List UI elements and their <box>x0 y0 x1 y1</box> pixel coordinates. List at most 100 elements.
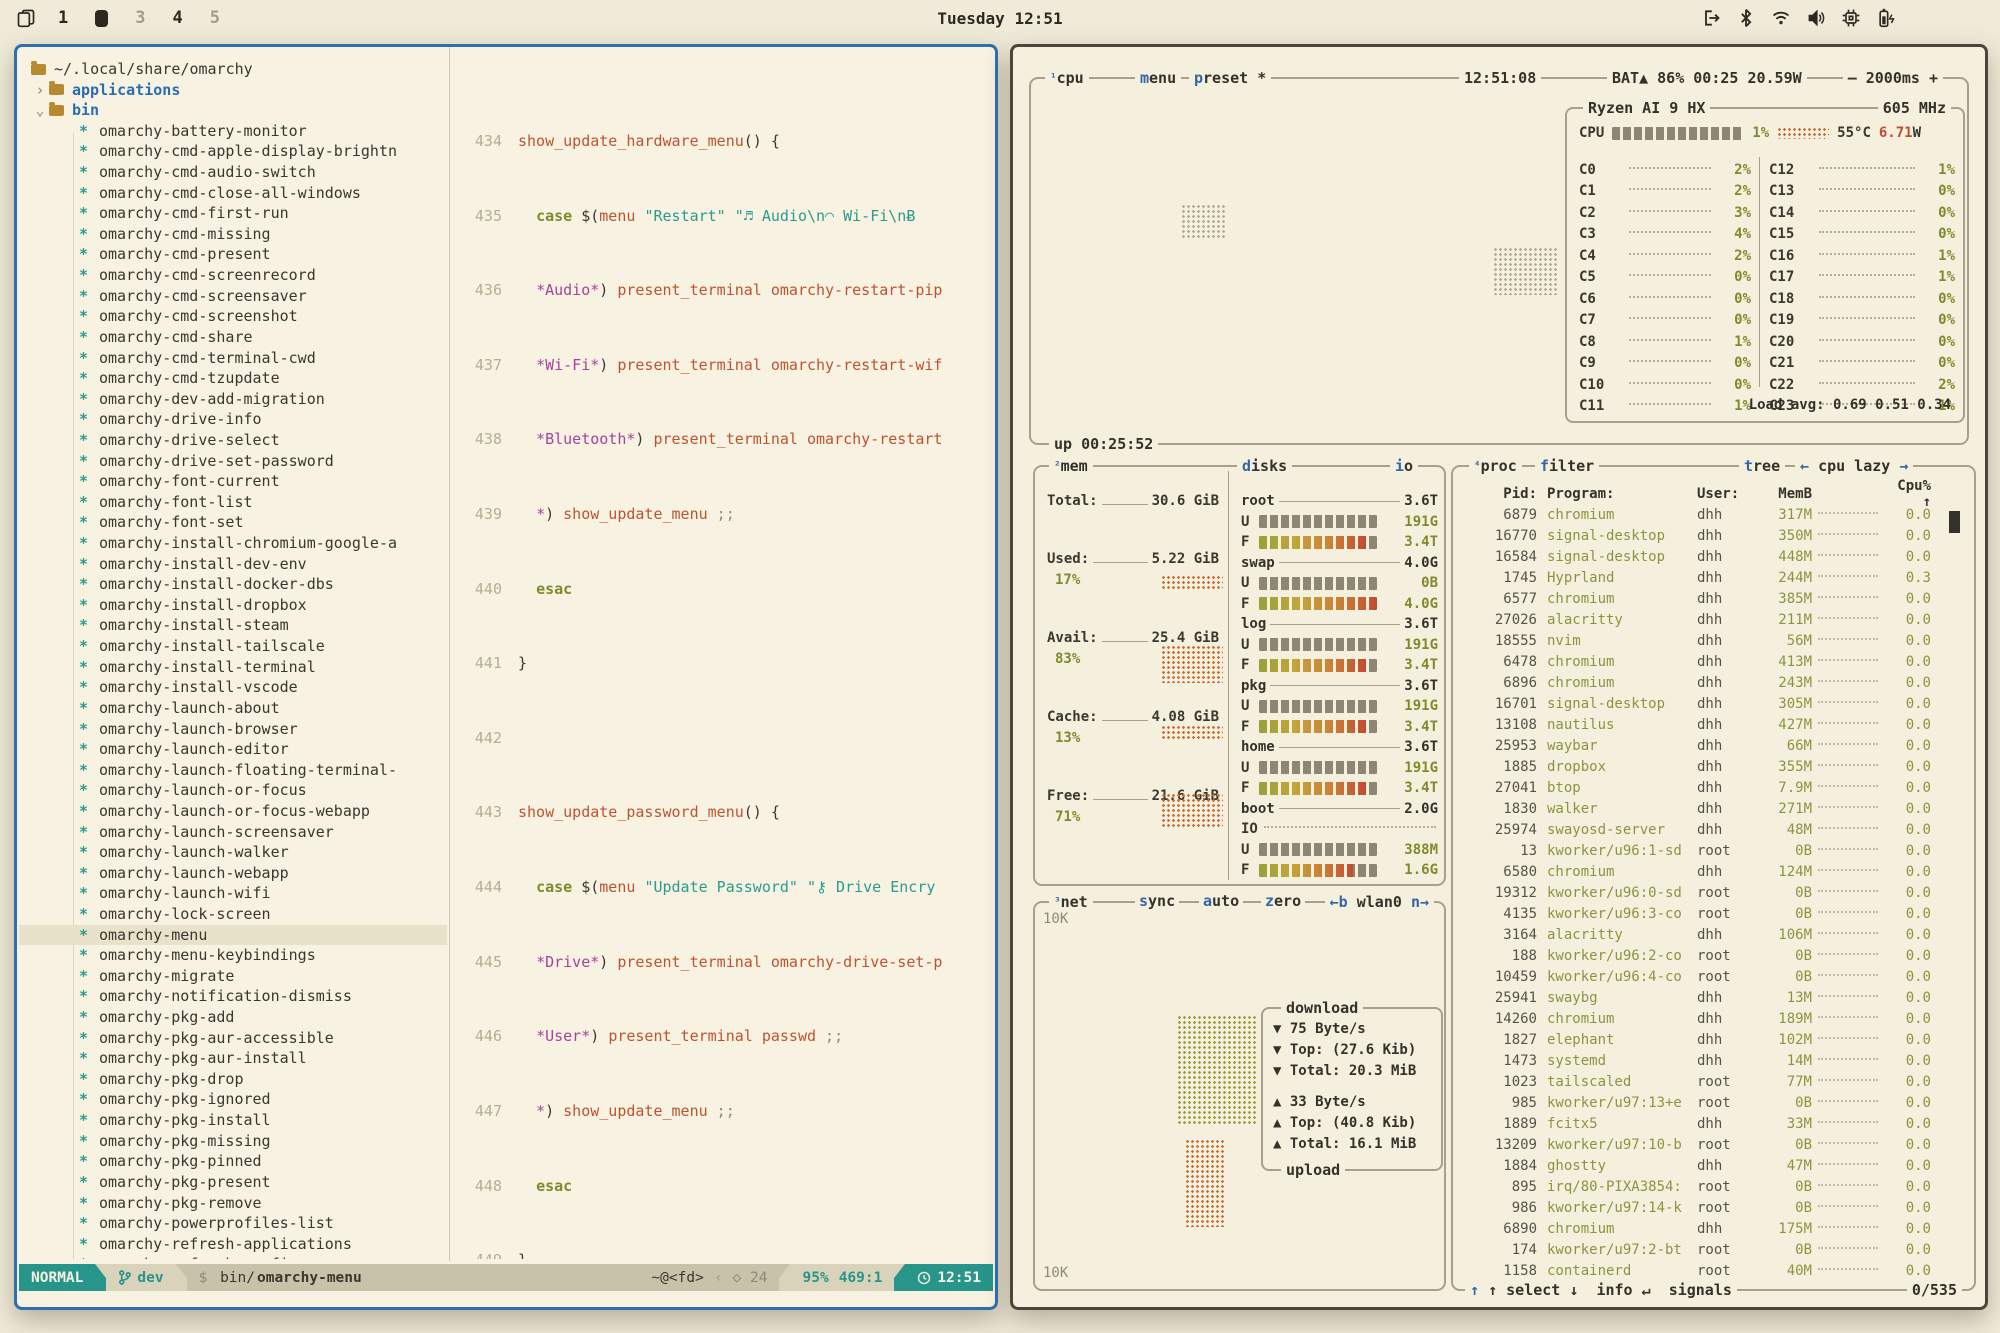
volume-icon[interactable] <box>1806 8 1826 28</box>
col-cpu[interactable]: Cpu% ↑ <box>1881 478 1931 510</box>
process-row[interactable]: 1023 tailscaled root 77M 0.0 <box>1453 1071 1974 1092</box>
battery-charging-icon[interactable] <box>1876 8 1896 28</box>
process-row[interactable]: 986 kworker/u97:14-k root 0B 0.0 <box>1453 1197 1974 1218</box>
tree-item[interactable]: omarchy-install-docker-dbs <box>19 574 447 595</box>
tree-item[interactable]: omarchy-lock-screen <box>19 904 447 925</box>
process-row[interactable]: 3164 alacritty dhh 106M 0.0 <box>1453 924 1974 945</box>
process-row[interactable]: 1830 walker dhh 271M 0.0 <box>1453 798 1974 819</box>
tree-item[interactable]: omarchy-install-vscode <box>19 677 447 698</box>
tree-item[interactable]: omarchy-cmd-tzupdate <box>19 368 447 389</box>
mem-tab[interactable]: ²mem <box>1049 456 1093 476</box>
process-row[interactable]: 174 kworker/u97:2-bt root 0B 0.0 <box>1453 1239 1974 1260</box>
tree-item[interactable]: omarchy-cmd-share <box>19 327 447 348</box>
tree-item[interactable]: omarchy-drive-info <box>19 409 447 430</box>
code-line[interactable]: 449 } <box>450 1250 993 1259</box>
tree-item[interactable]: omarchy-pkg-ignored <box>19 1089 447 1110</box>
tree-item[interactable]: omarchy-notification-dismiss <box>19 986 447 1007</box>
process-row[interactable]: 4135 kworker/u96:3-co root 0B 0.0 <box>1453 903 1974 924</box>
tree-item[interactable]: omarchy-pkg-remove <box>19 1193 447 1214</box>
tree-item[interactable]: omarchy-pkg-missing <box>19 1131 447 1152</box>
tree-item[interactable]: omarchy-font-set <box>19 512 447 533</box>
tree-item[interactable]: omarchy-cmd-apple-display-brightn <box>19 141 447 162</box>
tree-item[interactable]: omarchy-install-chromium-google-a <box>19 533 447 554</box>
tree-item[interactable]: omarchy-install-terminal <box>19 657 447 678</box>
tree-item[interactable]: omarchy-drive-select <box>19 430 447 451</box>
code-line[interactable]: 448 esac <box>450 1176 993 1197</box>
tree-item[interactable]: omarchy-launch-screensaver <box>19 822 447 843</box>
tree-item[interactable]: omarchy-launch-walker <box>19 842 447 863</box>
code-line[interactable]: 443 show_update_password_menu() { <box>450 802 993 823</box>
tree-item[interactable]: omarchy-migrate <box>19 966 447 987</box>
code-line[interactable]: 440 esac <box>450 579 993 600</box>
tree-item[interactable]: omarchy-battery-monitor <box>19 121 447 142</box>
tree-item[interactable]: omarchy-launch-wifi <box>19 883 447 904</box>
disks-tab[interactable]: disks <box>1237 456 1292 476</box>
tree-item[interactable]: omarchy-cmd-close-all-windows <box>19 183 447 204</box>
process-row[interactable]: 25953 waybar dhh 66M 0.0 <box>1453 735 1974 756</box>
tree-item[interactable]: omarchy-cmd-screensaver <box>19 286 447 307</box>
tree-item[interactable]: omarchy-cmd-screenshot <box>19 306 447 327</box>
proc-tab[interactable]: ⁴proc <box>1469 456 1522 476</box>
col-program[interactable]: Program: <box>1547 486 1697 502</box>
git-branch[interactable]: dev <box>106 1264 175 1291</box>
tree-item[interactable]: omarchy-launch-webapp <box>19 863 447 884</box>
tree-item[interactable]: omarchy-pkg-install <box>19 1110 447 1131</box>
chip-icon[interactable] <box>1841 8 1861 28</box>
net-tab[interactable]: ³net <box>1049 892 1093 912</box>
tree-item[interactable]: omarchy-pkg-aur-install <box>19 1048 447 1069</box>
io-tab[interactable]: io <box>1390 456 1418 476</box>
tree-item[interactable]: omarchy-install-tailscale <box>19 636 447 657</box>
tree-item[interactable]: omarchy-launch-floating-terminal- <box>19 760 447 781</box>
code-line[interactable]: 442 <box>450 728 993 749</box>
code-line[interactable]: 434 show_update_hardware_menu() { <box>450 131 993 152</box>
logout-icon[interactable] <box>1701 8 1721 28</box>
col-pid[interactable]: Pid: <box>1463 486 1537 502</box>
col-mem[interactable]: MemB <box>1752 486 1812 502</box>
net-sync-button[interactable]: sync <box>1135 892 1179 910</box>
tree-item[interactable]: omarchy-cmd-first-run <box>19 203 447 224</box>
process-row[interactable]: 13108 nautilus dhh 427M 0.0 <box>1453 714 1974 735</box>
process-row[interactable]: 6577 chromium dhh 385M 0.0 <box>1453 588 1974 609</box>
sort-selector[interactable]: ← cpu lazy → <box>1795 456 1913 476</box>
preset-button[interactable]: preset * <box>1189 68 1271 88</box>
tree-item[interactable]: omarchy-cmd-missing <box>19 224 447 245</box>
tree-item[interactable]: omarchy-pkg-drop <box>19 1069 447 1090</box>
code-line[interactable]: 444 case $(menu "Update Password" "⚷ Dri… <box>450 877 993 898</box>
process-scrollbar[interactable] <box>1949 511 1960 533</box>
tree-toggle[interactable]: tree <box>1739 456 1785 476</box>
tree-item[interactable]: omarchy-menu <box>19 925 447 946</box>
tree-item[interactable]: omarchy-launch-editor <box>19 739 447 760</box>
process-row[interactable]: 6478 chromium dhh 413M 0.0 <box>1453 651 1974 672</box>
tree-item[interactable]: omarchy-install-dropbox <box>19 595 447 616</box>
code-line[interactable]: 435 case $(menu "Restart" "♬ Audio\n◠ Wi… <box>450 206 993 227</box>
menu-button[interactable]: menu <box>1135 68 1181 88</box>
net-interface[interactable]: ←b wlan0 n→ <box>1325 892 1434 912</box>
code-line[interactable]: 441 } <box>450 653 993 674</box>
code-line[interactable]: 445 *Drive*) present_terminal omarchy-dr… <box>450 952 993 973</box>
process-row[interactable]: 16701 signal-desktop dhh 305M 0.0 <box>1453 693 1974 714</box>
process-row[interactable]: 1885 dropbox dhh 355M 0.0 <box>1453 756 1974 777</box>
code-line[interactable]: 437 *Wi-Fi*) present_terminal omarchy-re… <box>450 355 993 376</box>
process-row[interactable]: 1158 containerd root 40M 0.0 <box>1453 1260 1974 1281</box>
process-row[interactable]: 188 kworker/u96:2-co root 0B 0.0 <box>1453 945 1974 966</box>
update-interval[interactable]: ‒ 2000ms + <box>1843 68 1943 88</box>
col-user[interactable]: User: <box>1697 486 1752 502</box>
tree-item[interactable]: omarchy-menu-keybindings <box>19 945 447 966</box>
bluetooth-icon[interactable] <box>1736 8 1756 28</box>
process-row[interactable]: 13209 kworker/u97:10-b root 0B 0.0 <box>1453 1134 1974 1155</box>
tree-item[interactable]: omarchy-cmd-audio-switch <box>19 162 447 183</box>
tree-item[interactable]: omarchy-install-dev-env <box>19 554 447 575</box>
info-action[interactable]: info ↵ <box>1596 1281 1650 1299</box>
tree-item[interactable]: omarchy-pkg-pinned <box>19 1151 447 1172</box>
code-line[interactable]: 438 *Bluetooth*) present_terminal omarch… <box>450 429 993 450</box>
process-row[interactable]: 985 kworker/u97:13+e root 0B 0.0 <box>1453 1092 1974 1113</box>
process-row[interactable]: 19312 kworker/u96:0-sd root 0B 0.0 <box>1453 882 1974 903</box>
process-row[interactable]: 27041 btop dhh 7.9M 0.0 <box>1453 777 1974 798</box>
process-row[interactable]: 6879 chromium dhh 317M 0.0 <box>1453 504 1974 525</box>
tree-item[interactable]: omarchy-refresh-applications <box>19 1234 447 1255</box>
code-line[interactable]: 446 *User*) present_terminal passwd ;; <box>450 1026 993 1047</box>
process-row[interactable]: 14260 chromium dhh 189M 0.0 <box>1453 1008 1974 1029</box>
process-row[interactable]: 16770 signal-desktop dhh 350M 0.0 <box>1453 525 1974 546</box>
process-row[interactable]: 895 irq/80-PIXA3854: root 0B 0.0 <box>1453 1176 1974 1197</box>
process-row[interactable]: 1884 ghostty dhh 47M 0.0 <box>1453 1155 1974 1176</box>
